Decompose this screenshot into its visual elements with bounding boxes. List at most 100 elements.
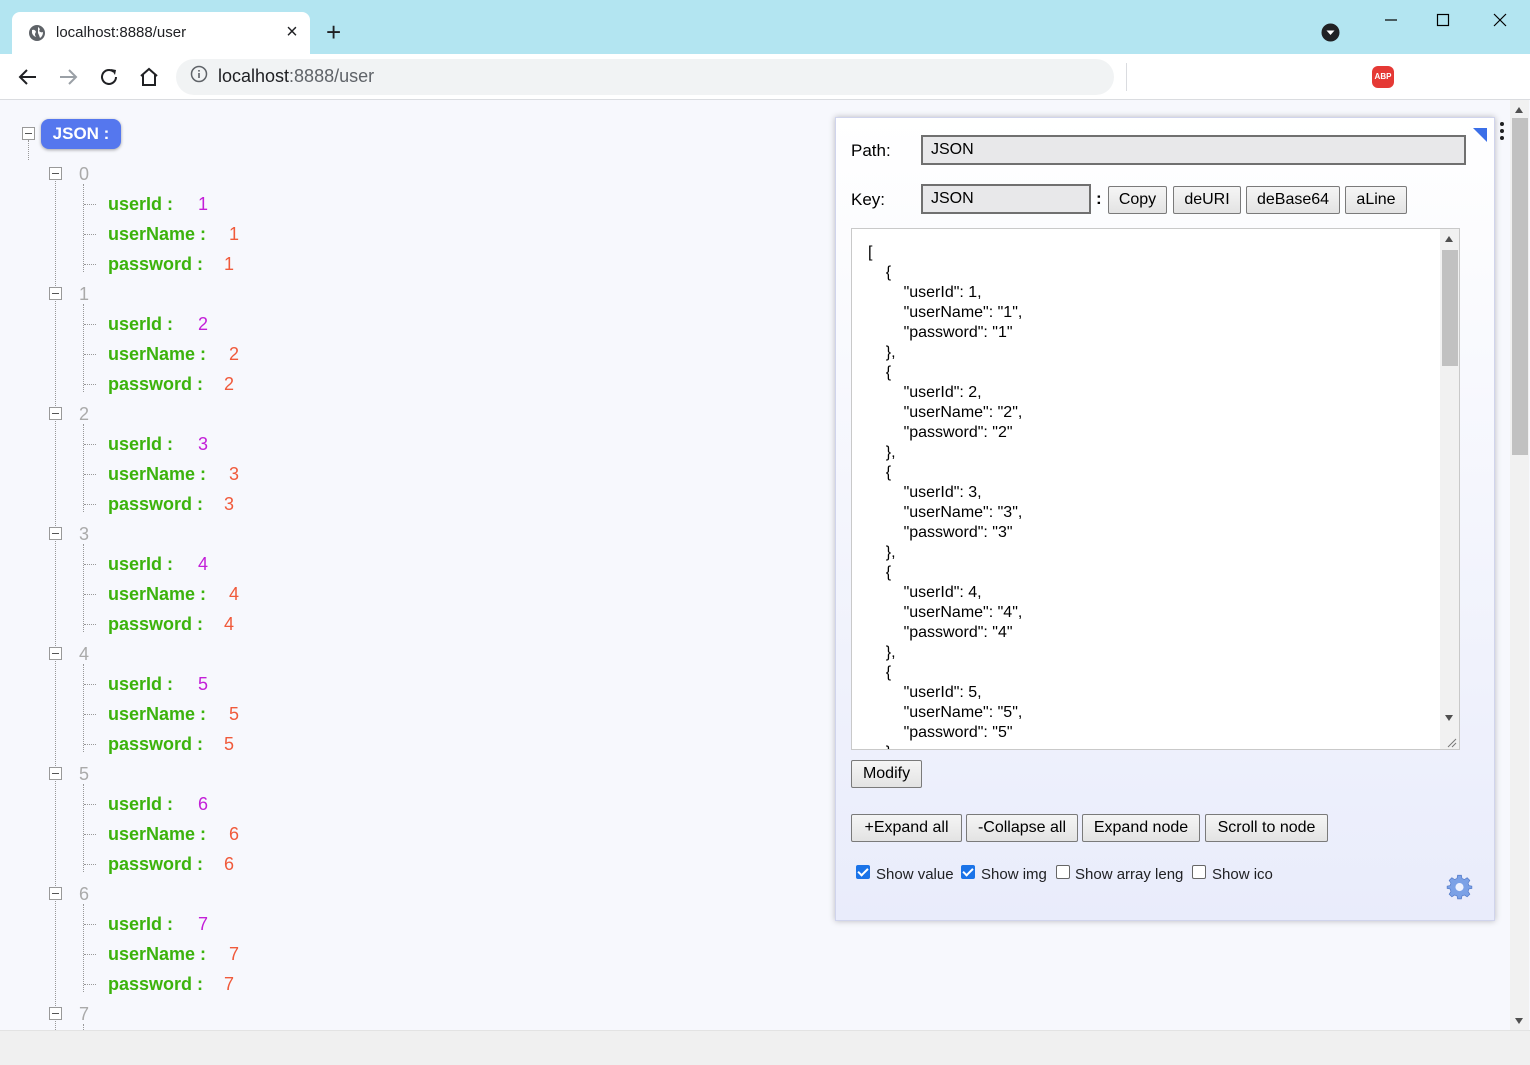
username-value[interactable]: 7 xyxy=(229,944,239,964)
item-collapse-toggle[interactable] xyxy=(49,887,62,900)
username-key[interactable]: userName : xyxy=(108,464,206,484)
userid-value[interactable]: 4 xyxy=(198,554,208,574)
collapse-all-button[interactable]: -Collapse all xyxy=(966,814,1078,842)
array-index[interactable]: 4 xyxy=(79,644,89,664)
tab-close-icon[interactable]: × xyxy=(282,21,302,43)
item-collapse-toggle[interactable] xyxy=(49,527,62,540)
leaf-connector-line xyxy=(84,204,96,205)
root-collapse-toggle[interactable] xyxy=(22,127,35,140)
expand-node-button[interactable]: Expand node xyxy=(1082,814,1200,842)
username-value[interactable]: 4 xyxy=(229,584,239,604)
username-key[interactable]: userName : xyxy=(108,584,206,604)
modify-button[interactable]: Modify xyxy=(851,760,922,788)
copy-button[interactable]: Copy xyxy=(1108,186,1167,214)
json-root-badge[interactable]: JSON : xyxy=(41,119,121,149)
show-array-length-checkbox[interactable] xyxy=(1056,865,1070,879)
item-collapse-toggle[interactable] xyxy=(49,767,62,780)
array-index[interactable]: 7 xyxy=(79,1004,89,1024)
username-key[interactable]: userName : xyxy=(108,824,206,844)
array-index[interactable]: 5 xyxy=(79,764,89,784)
expand-all-button[interactable]: +Expand all xyxy=(851,814,962,842)
array-index[interactable]: 6 xyxy=(79,884,89,904)
array-index[interactable]: 1 xyxy=(79,284,89,304)
username-value[interactable]: 6 xyxy=(229,824,239,844)
panel-corner-triangle-icon[interactable] xyxy=(1473,128,1487,142)
back-arrow-icon[interactable] xyxy=(16,65,40,89)
item-collapse-toggle[interactable] xyxy=(49,1007,62,1020)
show-ico-checkbox[interactable] xyxy=(1192,865,1206,879)
home-icon[interactable] xyxy=(137,65,161,89)
deuri-button[interactable]: deURI xyxy=(1173,186,1241,214)
username-key[interactable]: userName : xyxy=(108,344,206,364)
userid-key[interactable]: userId : xyxy=(108,914,173,934)
userid-key[interactable]: userId : xyxy=(108,194,173,214)
password-key[interactable]: password : xyxy=(108,494,203,514)
password-key[interactable]: password : xyxy=(108,854,203,874)
show-img-checkbox[interactable] xyxy=(961,865,975,879)
json-textarea[interactable]: [ { "userId": 1, "userName": "1", "passw… xyxy=(851,228,1460,750)
new-tab-button[interactable]: + xyxy=(326,18,341,46)
adblock-icon[interactable]: ABP xyxy=(1372,66,1394,88)
array-index[interactable]: 0 xyxy=(79,164,89,184)
aline-button[interactable]: aLine xyxy=(1345,186,1407,214)
userid-key[interactable]: userId : xyxy=(108,794,173,814)
array-index[interactable]: 3 xyxy=(79,524,89,544)
username-key[interactable]: userName : xyxy=(108,704,206,724)
scroll-down-icon[interactable] xyxy=(1445,715,1453,721)
page-scroll-thumb[interactable] xyxy=(1512,118,1528,455)
userid-value[interactable]: 6 xyxy=(198,794,208,814)
maximize-icon[interactable] xyxy=(1431,8,1455,32)
close-window-icon[interactable] xyxy=(1488,8,1512,32)
userid-value[interactable]: 5 xyxy=(198,674,208,694)
forward-arrow-icon[interactable] xyxy=(56,65,80,89)
item-collapse-toggle[interactable] xyxy=(49,647,62,660)
array-index[interactable]: 2 xyxy=(79,404,89,424)
userid-key[interactable]: userId : xyxy=(108,434,173,454)
password-value[interactable]: 6 xyxy=(224,854,234,874)
path-field[interactable]: JSON xyxy=(921,135,1466,165)
resize-grip-icon[interactable] xyxy=(1445,736,1457,748)
password-value[interactable]: 2 xyxy=(224,374,234,394)
password-key[interactable]: password : xyxy=(108,734,203,754)
username-key[interactable]: userName : xyxy=(108,224,206,244)
password-key[interactable]: password : xyxy=(108,974,203,994)
password-value[interactable]: 4 xyxy=(224,614,234,634)
textarea-scroll-thumb[interactable] xyxy=(1442,250,1458,366)
item-collapse-toggle[interactable] xyxy=(49,407,62,420)
key-field[interactable]: JSON xyxy=(921,184,1091,214)
username-value[interactable]: 3 xyxy=(229,464,239,484)
username-value[interactable]: 2 xyxy=(229,344,239,364)
item-collapse-toggle[interactable] xyxy=(49,167,62,180)
userid-key[interactable]: userId : xyxy=(108,314,173,334)
userid-value[interactable]: 2 xyxy=(198,314,208,334)
password-value[interactable]: 5 xyxy=(224,734,234,754)
username-key[interactable]: userName : xyxy=(108,944,206,964)
username-value[interactable]: 1 xyxy=(229,224,239,244)
reload-icon[interactable] xyxy=(97,65,121,89)
minimize-button[interactable] xyxy=(1379,8,1403,32)
userid-value[interactable]: 7 xyxy=(198,914,208,934)
userid-value[interactable]: 1 xyxy=(198,194,208,214)
userid-value[interactable]: 3 xyxy=(198,434,208,454)
password-value[interactable]: 7 xyxy=(224,974,234,994)
settings-gear-icon[interactable] xyxy=(1446,873,1473,900)
debase64-button[interactable]: deBase64 xyxy=(1246,186,1340,214)
page-scroll-up-icon[interactable] xyxy=(1515,107,1523,113)
password-key[interactable]: password : xyxy=(108,374,203,394)
url-text[interactable]: localhost:8888/user xyxy=(218,65,374,87)
page-scroll-down-icon[interactable] xyxy=(1515,1018,1523,1024)
password-value[interactable]: 3 xyxy=(224,494,234,514)
browser-tab[interactable]: localhost:8888/user × xyxy=(12,12,310,54)
userid-key[interactable]: userId : xyxy=(108,674,173,694)
password-value[interactable]: 1 xyxy=(224,254,234,274)
show-value-checkbox[interactable] xyxy=(856,865,870,879)
password-key[interactable]: password : xyxy=(108,614,203,634)
scroll-to-node-button[interactable]: Scroll to node xyxy=(1205,814,1328,842)
username-value[interactable]: 5 xyxy=(229,704,239,724)
site-info-icon[interactable] xyxy=(190,65,208,83)
item-collapse-toggle[interactable] xyxy=(49,287,62,300)
password-key[interactable]: password : xyxy=(108,254,203,274)
userid-key[interactable]: userId : xyxy=(108,554,173,574)
tab-search-icon[interactable] xyxy=(1321,23,1340,42)
scroll-up-icon[interactable] xyxy=(1445,236,1453,242)
